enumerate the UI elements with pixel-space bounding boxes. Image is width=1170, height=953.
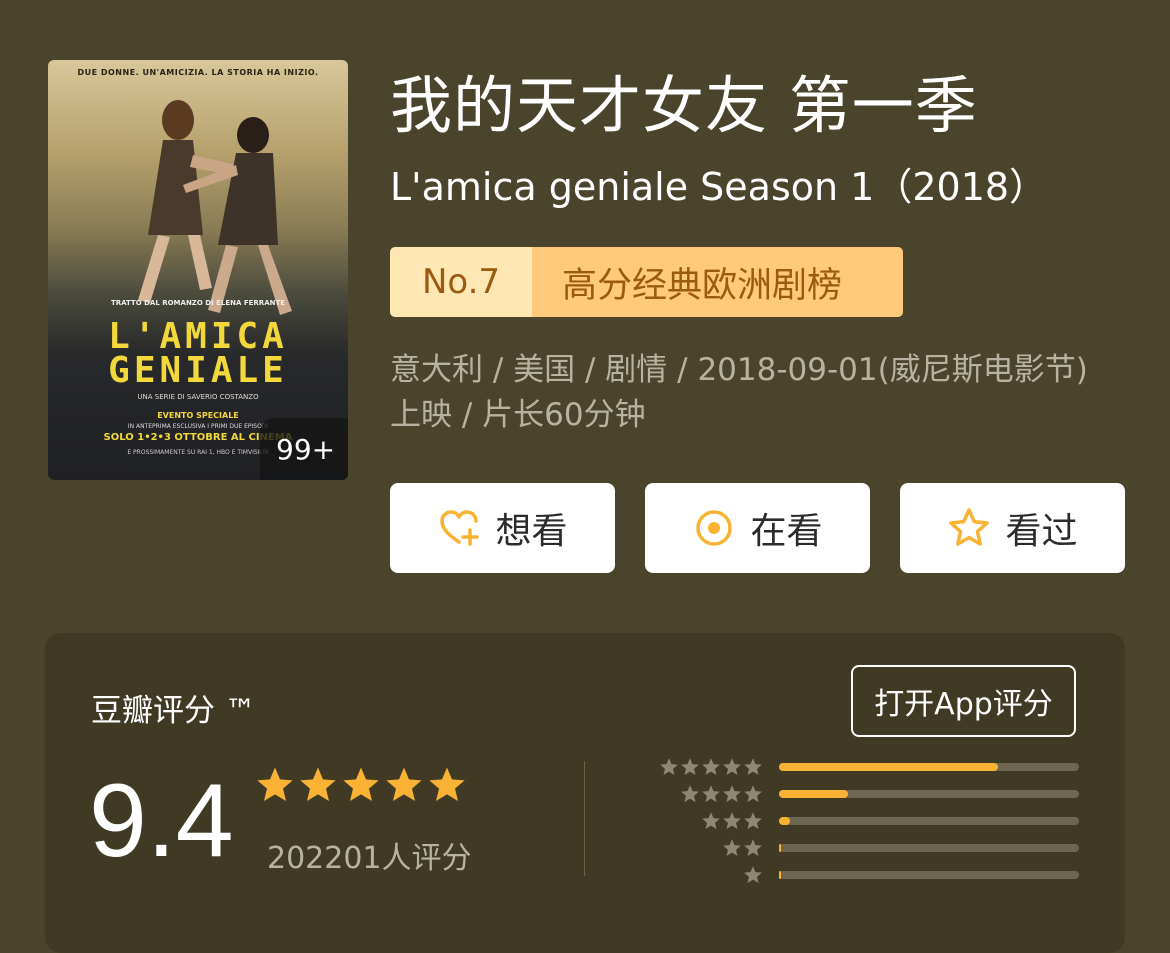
rating-card: 豆瓣评分 ™ 打开App评分 9.4 202201人评分 [45,633,1125,953]
distribution-stars [657,811,763,831]
small-star-icon [702,757,720,775]
poster-tagline: DUE DONNE. UN'AMICIZIA. LA STORIA HA INI… [77,68,319,77]
distribution-stars [657,865,763,885]
star-outline-icon [949,508,990,546]
want-to-watch-button[interactable]: 想看 [390,483,615,573]
small-star-icon [744,838,762,856]
page-title: 我的天才女友 第一季 [390,69,978,142]
small-star-icon [744,757,762,775]
rating-star-icon [300,767,336,801]
small-star-icon [723,811,741,829]
rating-star-icon [429,767,465,801]
rating-star-icon [343,767,379,801]
distribution-bar-track [779,762,1079,771]
distribution-bar-fill [779,843,782,852]
small-star-icon [744,784,762,802]
distribution-bar-fill [779,789,848,798]
distribution-bar-track [779,789,1079,798]
distribution-row-5-star [657,753,1079,780]
distribution-bar-fill [779,870,782,879]
small-star-icon [702,811,720,829]
target-icon [696,510,733,546]
rating-count: 202201人评分 [267,841,472,876]
distribution-bar-track [779,843,1079,852]
watching-label: 在看 [750,511,823,552]
small-star-icon [660,757,678,775]
distribution-stars [657,838,763,858]
open-app-rate-button[interactable]: 打开App评分 [851,665,1076,737]
rating-divider [584,761,585,876]
distribution-stars [657,757,763,777]
distribution-row-3-star [657,807,1079,834]
small-star-icon [723,784,741,802]
small-star-icon [744,811,762,829]
rating-star-icon [257,767,293,801]
show-meta-info: 意大利 / 美国 / 剧情 / 2018-09-01(威尼斯电影节)上映 / 片… [390,352,1088,433]
distribution-row-4-star [657,780,1079,807]
heart-plus-icon [440,510,480,546]
small-star-icon [744,865,762,883]
distribution-stars [657,784,763,804]
want-to-watch-label: 想看 [495,511,568,552]
original-title: L'amica geniale Season 1（2018） [390,165,1048,209]
poster-title-line2: GENIALE [108,350,288,391]
rating-star-icon [386,767,422,801]
rating-stars [255,765,467,805]
watching-button[interactable]: 在看 [645,483,870,573]
rating-label: 豆瓣评分 ™ [91,693,256,729]
distribution-bar-fill [779,816,790,825]
watched-label: 看过 [1005,511,1078,552]
small-star-icon [702,784,720,802]
distribution-bar-track [779,870,1079,879]
small-star-icon [681,784,699,802]
distribution-bar-fill [779,762,998,771]
photo-count-badge[interactable]: 99+ [260,418,348,480]
poster-subtitle: TRATTO DAL ROMANZO DI ELENA FERRANTE [110,299,286,307]
poster[interactable]: DUE DONNE. UN'AMICIZIA. LA STORIA HA INI… [48,60,348,480]
small-star-icon [681,757,699,775]
small-star-icon [723,757,741,775]
watched-button[interactable]: 看过 [900,483,1125,573]
rating-score: 9.4 [89,763,234,879]
poster-credit: UNA SERIE DI SAVERIO COSTANZO [137,393,259,401]
distribution-bar-track [779,816,1079,825]
rank-number: No.7 [390,247,532,317]
rank-list-name: 高分经典欧洲剧榜 [532,247,903,317]
small-star-icon [723,838,741,856]
distribution-row-1-star [657,861,1079,888]
rating-distribution [657,753,1079,888]
distribution-row-2-star [657,834,1079,861]
rank-badge[interactable]: No.7 高分经典欧洲剧榜 [390,247,903,317]
